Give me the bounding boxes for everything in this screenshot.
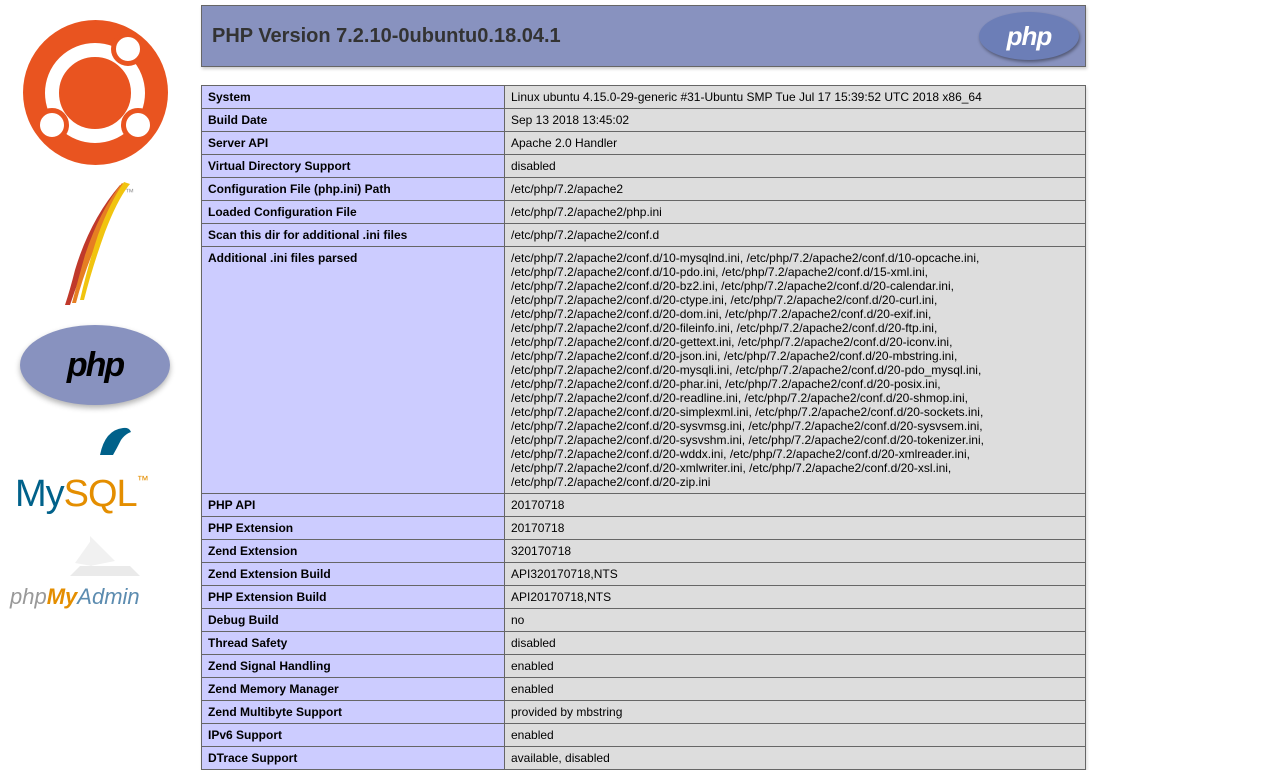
config-key: Additional .ini files parsed [202,247,505,494]
mysql-my-text: My [15,473,64,515]
table-row: PHP Extension20170718 [202,517,1086,540]
table-row: Zend Extension320170718 [202,540,1086,563]
config-value: /etc/php/7.2/apache2/php.ini [505,201,1086,224]
config-key: Zend Memory Manager [202,678,505,701]
pma-php-text: php [10,584,47,609]
phpinfo-table: SystemLinux ubuntu 4.15.0-29-generic #31… [201,85,1086,770]
php-badge-text: php [1007,21,1052,52]
config-key: Zend Extension Build [202,563,505,586]
config-key: IPv6 Support [202,724,505,747]
table-row: DTrace Supportavailable, disabled [202,747,1086,770]
config-value: API320170718,NTS [505,563,1086,586]
config-value: Sep 13 2018 13:45:02 [505,109,1086,132]
config-key: Virtual Directory Support [202,155,505,178]
config-value: enabled [505,724,1086,747]
table-row: Scan this dir for additional .ini files/… [202,224,1086,247]
mysql-tm-text: ™ [137,473,148,487]
table-row: Zend Signal Handlingenabled [202,655,1086,678]
config-key: Thread Safety [202,632,505,655]
config-key: PHP Extension [202,517,505,540]
php-badge-icon: php [979,12,1079,60]
table-row: Zend Memory Managerenabled [202,678,1086,701]
php-logo-icon: php [20,325,170,405]
sidebar-logos: ™ php MySQL™ phpMyAdmin [10,20,180,610]
table-row: IPv6 Supportenabled [202,724,1086,747]
table-row: Virtual Directory Supportdisabled [202,155,1086,178]
table-row: Thread Safetydisabled [202,632,1086,655]
phpinfo-header: PHP Version 7.2.10-0ubuntu0.18.04.1 php [201,5,1086,67]
config-value: disabled [505,632,1086,655]
svg-text:™: ™ [125,187,134,197]
config-value: /etc/php/7.2/apache2/conf.d [505,224,1086,247]
config-key: Configuration File (php.ini) Path [202,178,505,201]
table-row: Server APIApache 2.0 Handler [202,132,1086,155]
mysql-sql-text: SQL [64,473,137,515]
config-key: Zend Multibyte Support [202,701,505,724]
table-row: Configuration File (php.ini) Path/etc/ph… [202,178,1086,201]
phpmyadmin-logo-icon: phpMyAdmin [10,531,180,610]
config-key: Zend Extension [202,540,505,563]
table-row: PHP API20170718 [202,494,1086,517]
config-value: Apache 2.0 Handler [505,132,1086,155]
table-row: Debug Buildno [202,609,1086,632]
page-title: PHP Version 7.2.10-0ubuntu0.18.04.1 [202,25,561,48]
table-row: Zend Multibyte Supportprovided by mbstri… [202,701,1086,724]
config-value: disabled [505,155,1086,178]
config-value: available, disabled [505,747,1086,770]
mysql-logo-icon: MySQL™ [15,420,175,516]
table-row: Additional .ini files parsed/etc/php/7.2… [202,247,1086,494]
pma-my-text: My [47,584,78,609]
config-key: Build Date [202,109,505,132]
config-value: 20170718 [505,494,1086,517]
config-key: System [202,86,505,109]
config-key: Scan this dir for additional .ini files [202,224,505,247]
config-key: PHP Extension Build [202,586,505,609]
config-key: Server API [202,132,505,155]
apache-feather-icon: ™ [50,180,140,310]
config-key: Zend Signal Handling [202,655,505,678]
config-value: provided by mbstring [505,701,1086,724]
table-row: Zend Extension BuildAPI320170718,NTS [202,563,1086,586]
config-key: Loaded Configuration File [202,201,505,224]
config-value: no [505,609,1086,632]
table-row: Loaded Configuration File/etc/php/7.2/ap… [202,201,1086,224]
config-value: 320170718 [505,540,1086,563]
php-logo-text: php [67,346,123,385]
config-value: enabled [505,655,1086,678]
config-key: Debug Build [202,609,505,632]
config-value: /etc/php/7.2/apache2/conf.d/10-mysqlnd.i… [505,247,1086,494]
config-key: PHP API [202,494,505,517]
config-value: /etc/php/7.2/apache2 [505,178,1086,201]
table-row: PHP Extension BuildAPI20170718,NTS [202,586,1086,609]
config-value: Linux ubuntu 4.15.0-29-generic #31-Ubunt… [505,86,1086,109]
pma-admin-text: Admin [77,584,139,609]
ubuntu-logo-icon [23,20,168,165]
config-value: API20170718,NTS [505,586,1086,609]
config-value: 20170718 [505,517,1086,540]
config-value: enabled [505,678,1086,701]
table-row: Build DateSep 13 2018 13:45:02 [202,109,1086,132]
table-row: SystemLinux ubuntu 4.15.0-29-generic #31… [202,86,1086,109]
phpinfo-main: PHP Version 7.2.10-0ubuntu0.18.04.1 php … [201,5,1086,770]
config-key: DTrace Support [202,747,505,770]
